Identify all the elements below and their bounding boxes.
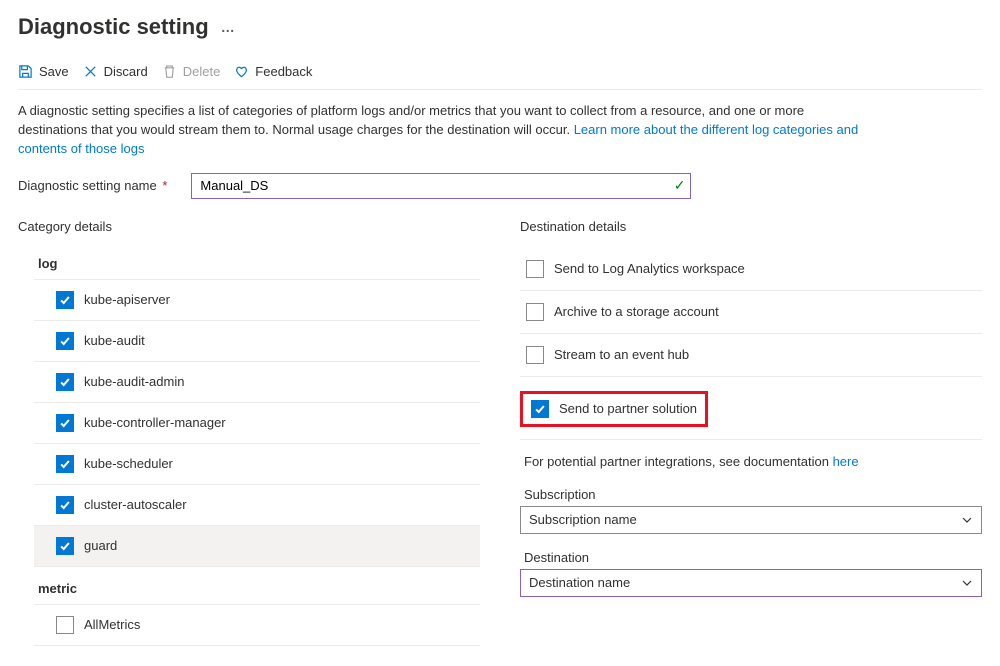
heart-icon [234,64,249,79]
category-row[interactable]: cluster-autoscaler [34,485,480,526]
feedback-button[interactable]: Feedback [234,64,312,79]
destination-select[interactable]: Destination name [520,569,982,597]
destination-title: Destination details [520,219,982,234]
save-icon [18,64,33,79]
dest-label: Send to partner solution [559,401,697,416]
category-row[interactable]: kube-scheduler [34,444,480,485]
discard-label: Discard [104,64,148,79]
category-row[interactable]: kube-audit [34,321,480,362]
valid-check-icon: ✓ [674,177,686,194]
category-row[interactable]: kube-audit-admin [34,362,480,403]
page-title: Diagnostic setting … [18,14,982,40]
destination-column: Destination details Send to Log Analytic… [520,219,982,613]
checkbox[interactable] [56,291,74,309]
category-label: kube-audit-admin [84,374,184,389]
dest-event-hub[interactable]: Stream to an event hub [520,334,982,377]
subscription-value: Subscription name [529,512,637,527]
checkbox[interactable] [56,332,74,350]
dest-log-analytics[interactable]: Send to Log Analytics workspace [520,248,982,291]
subscription-label: Subscription [524,487,982,502]
checkbox[interactable] [56,455,74,473]
dest-partner-highlight: Send to partner solution [520,391,708,427]
log-group-label: log [34,248,480,280]
save-button[interactable]: Save [18,64,69,79]
checkbox[interactable] [56,496,74,514]
delete-label: Delete [183,64,221,79]
name-input[interactable] [191,173,691,199]
delete-button: Delete [162,64,221,79]
save-label: Save [39,64,69,79]
chevron-down-icon [961,577,973,589]
category-row[interactable]: guard [34,526,480,567]
partner-info: For potential partner integrations, see … [524,454,982,469]
category-row[interactable]: AllMetrics [34,605,480,646]
category-label: kube-apiserver [84,292,170,307]
category-row[interactable]: kube-apiserver [34,280,480,321]
category-label: cluster-autoscaler [84,497,187,512]
checkbox[interactable] [56,616,74,634]
dest-label: Archive to a storage account [554,304,719,319]
name-row: Diagnostic setting name * ✓ [18,173,982,199]
category-label: kube-audit [84,333,145,348]
toolbar: Save Discard Delete Feedback [18,58,982,90]
trash-icon [162,64,177,79]
chevron-down-icon [961,514,973,526]
dest-label: Send to Log Analytics workspace [554,261,745,276]
category-column: Category details log kube-apiserver kube-… [18,219,480,646]
category-label: kube-scheduler [84,456,173,471]
feedback-label: Feedback [255,64,312,79]
title-text: Diagnostic setting [18,14,209,40]
discard-button[interactable]: Discard [83,64,148,79]
destination-value: Destination name [529,575,630,590]
category-label: kube-controller-manager [84,415,226,430]
checkbox-partner[interactable] [531,400,549,418]
category-label: AllMetrics [84,617,140,632]
more-icon[interactable]: … [221,19,236,35]
category-title: Category details [18,219,480,234]
dest-label: Stream to an event hub [554,347,689,362]
checkbox-log-analytics[interactable] [526,260,544,278]
category-label: guard [84,538,117,553]
category-row[interactable]: kube-controller-manager [34,403,480,444]
partner-doc-link[interactable]: here [833,454,859,469]
destination-label: Destination [524,550,982,565]
name-label: Diagnostic setting name * [18,178,167,193]
checkbox-storage[interactable] [526,303,544,321]
required-indicator: * [159,178,168,193]
subscription-select[interactable]: Subscription name [520,506,982,534]
checkbox[interactable] [56,414,74,432]
description: A diagnostic setting specifies a list of… [18,102,868,159]
checkbox[interactable] [56,537,74,555]
close-icon [83,64,98,79]
dest-storage[interactable]: Archive to a storage account [520,291,982,334]
checkbox-event-hub[interactable] [526,346,544,364]
name-input-wrap: ✓ [191,173,691,199]
checkbox[interactable] [56,373,74,391]
metric-group-label: metric [34,573,480,605]
